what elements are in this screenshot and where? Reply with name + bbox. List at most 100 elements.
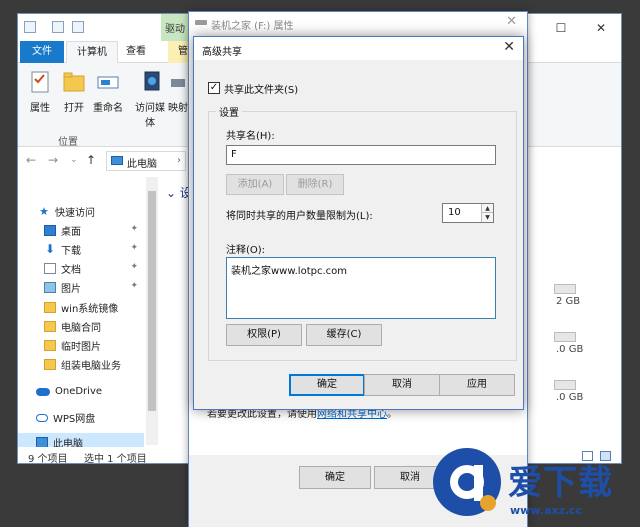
nav-item-downloads[interactable]: ⬇ 下载 ✦ (18, 240, 144, 259)
add-button[interactable]: 添加(A) (226, 174, 284, 195)
chevron-down-icon[interactable]: ⌄ (70, 155, 78, 165)
navigation-pane: ★ 快速访问 桌面 ✦ ⬇ 下载 ✦ 文档 ✦ 图片 ✦ win系统镜像 电脑合… (18, 176, 144, 452)
share-name-label: 共享名(H): (226, 131, 275, 142)
spin-up-icon[interactable]: ▲ (481, 204, 493, 213)
comment-label: 注释(O): (226, 245, 266, 256)
new-folder-quick-icon[interactable] (72, 21, 84, 33)
nav-item-pictures[interactable]: 图片 ✦ (18, 278, 144, 297)
chevron-right-icon: › (177, 155, 181, 166)
ribbon-button-map[interactable]: 映射 (168, 69, 188, 114)
permissions-button[interactable]: 权限(P) (226, 324, 302, 346)
selected-count: 选中 1 个项目 (84, 454, 147, 464)
pin-icon: ✦ (130, 281, 138, 291)
watermark-url: www.axz.cc (510, 504, 583, 517)
nav-item-folder[interactable]: 电脑合同 (18, 317, 144, 336)
nav-item-folder[interactable]: win系统镜像 (18, 298, 144, 317)
close-icon[interactable]: ✕ (506, 14, 517, 29)
pin-icon: ✦ (130, 262, 138, 272)
drive-usage-bar (554, 332, 576, 342)
hint-text: 若要更改此设置，请使用 (207, 409, 317, 420)
dialog-titlebar: 高级共享 ✕ (194, 37, 523, 61)
apply-button[interactable]: 应用 (439, 374, 515, 396)
dialog-title: 高级共享 (202, 47, 242, 58)
close-icon[interactable]: ✕ (503, 39, 515, 55)
drive-icon (195, 20, 207, 25)
drive-usage-bar (554, 380, 576, 390)
drive-size: 2 GB (556, 296, 581, 307)
star-icon: ★ (39, 205, 49, 218)
nav-label: 文档 (61, 265, 81, 276)
nav-item-folder[interactable]: 组装电脑业务 (18, 355, 144, 374)
nav-label: 桌面 (61, 227, 81, 238)
app-icon (24, 21, 36, 33)
open-folder-icon (61, 69, 87, 95)
pictures-icon (44, 282, 56, 293)
folder-icon (44, 340, 56, 351)
ribbon-button-label: 重命名 (93, 103, 123, 114)
download-icon: ⬇ (44, 242, 56, 256)
drive-size: .0 GB (556, 392, 584, 403)
share-folder-checkbox[interactable]: ✓ (208, 82, 220, 94)
ribbon-button-label: 属性 (30, 103, 50, 114)
ribbon-button-media[interactable]: 访问媒体 (132, 69, 168, 129)
cancel-button[interactable]: 取消 (364, 374, 440, 396)
wps-cloud-icon (36, 413, 48, 422)
nav-label: 电脑合同 (61, 323, 101, 334)
ribbon-button-open[interactable]: 打开 (56, 69, 92, 114)
properties-quick-icon[interactable] (52, 21, 64, 33)
ribbon-button-rename[interactable]: 重命名 (90, 69, 126, 114)
nav-label: 快速访问 (55, 208, 95, 219)
pin-icon: ✦ (130, 224, 138, 234)
close-button[interactable]: ✕ (581, 14, 621, 41)
maximize-button[interactable]: ☐ (541, 14, 581, 41)
ok-button[interactable]: 确定 (289, 374, 365, 396)
share-name-input[interactable]: F (226, 145, 496, 165)
drive-usage-bar (554, 284, 576, 294)
nav-item-folder[interactable]: 临时图片 (18, 336, 144, 355)
scrollbar-thumb[interactable] (148, 191, 156, 411)
back-icon[interactable]: ← (26, 153, 36, 167)
watermark-title: 爱下载 (508, 463, 613, 503)
nav-scrollbar[interactable] (146, 177, 158, 445)
tab-file[interactable]: 文件 (20, 41, 64, 63)
ribbon-button-properties[interactable]: 属性 (22, 69, 58, 114)
item-count: 9 个项目 (28, 454, 68, 464)
tab-computer[interactable]: 计算机 (66, 41, 118, 63)
this-pc-icon (111, 156, 123, 165)
ribbon-button-label: 打开 (64, 103, 84, 114)
folder-icon (44, 321, 56, 332)
tab-view[interactable]: 查看 (116, 41, 156, 63)
address-text: 此电脑 (127, 159, 157, 170)
nav-item-documents[interactable]: 文档 ✦ (18, 259, 144, 278)
up-icon[interactable]: ↑ (86, 153, 96, 167)
nav-quick-access[interactable]: ★ 快速访问 (18, 202, 144, 221)
nav-label: 下载 (61, 246, 81, 257)
nav-label: WPS网盘 (53, 414, 96, 425)
share-folder-label[interactable]: 共享此文件夹(S) (224, 81, 298, 96)
drive-size: .0 GB (556, 344, 584, 355)
settings-group-label: 设置 (216, 104, 242, 119)
comment-textarea[interactable]: 装机之家www.lotpc.com (226, 257, 496, 319)
nav-label: win系统镜像 (61, 304, 119, 315)
properties-titlebar: 装机之家 (F:) 属性 ✕ (189, 12, 527, 34)
document-icon (44, 263, 56, 274)
properties-ok-button[interactable]: 确定 (299, 466, 371, 489)
rename-icon (95, 69, 121, 95)
nav-onedrive[interactable]: OneDrive (18, 382, 144, 401)
pin-icon: ✦ (130, 243, 138, 253)
nav-item-desktop[interactable]: 桌面 ✦ (18, 221, 144, 240)
nav-wps[interactable]: WPS网盘 (18, 408, 144, 427)
forward-icon[interactable]: → (48, 153, 58, 167)
address-field[interactable]: 此电脑 › (106, 151, 186, 171)
user-limit-stepper[interactable]: 10 ▲ ▼ (442, 203, 494, 223)
spin-down-icon[interactable]: ▼ (481, 213, 493, 222)
user-limit-value[interactable]: 10 (448, 207, 461, 218)
network-center-link[interactable]: 网络和共享中心 (317, 409, 387, 420)
folder-icon (44, 302, 56, 313)
caching-button[interactable]: 缓存(C) (306, 324, 382, 346)
remove-button[interactable]: 删除(R) (286, 174, 344, 195)
watermark-logo (430, 445, 504, 519)
desktop-icon (44, 225, 56, 236)
properties-title: 装机之家 (F:) 属性 (211, 21, 294, 32)
media-icon (137, 69, 163, 95)
